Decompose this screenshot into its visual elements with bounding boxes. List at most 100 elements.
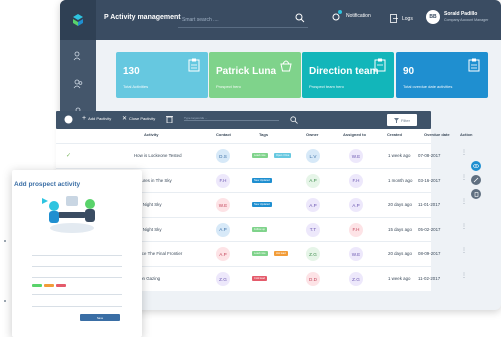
cell-contact-avatar[interactable]: A.P <box>216 247 230 262</box>
cell-contact-avatar[interactable]: Z.G <box>216 272 230 286</box>
sidebar-item-add-user[interactable] <box>70 48 86 64</box>
users-icon <box>73 79 83 89</box>
header-assigned[interactable]: Assigned to <box>343 132 366 137</box>
stat-card-total-activities[interactable]: 130 Total Activities <box>116 52 208 98</box>
more-vert-icon[interactable]: ⋮ <box>461 199 467 205</box>
cell-assigned-avatar[interactable]: W.E <box>349 247 363 262</box>
tag-badge: Hot lead <box>274 251 288 257</box>
circle-toggle-icon <box>64 115 73 124</box>
notification-label: Notification <box>346 13 371 19</box>
form-field[interactable] <box>32 294 122 295</box>
stat-label: Prospect hero <box>216 84 241 89</box>
more-vert-icon[interactable]: ⋮ <box>461 150 467 156</box>
header-contact[interactable]: Contact <box>216 132 231 137</box>
logout-label: Logs <box>402 15 413 22</box>
stat-card-overdue[interactable]: 90 Total overdue date activities <box>396 52 488 98</box>
cell-overdue: 11-01-2017 <box>418 202 441 208</box>
delete-row-button[interactable] <box>471 189 481 199</box>
logout-button[interactable]: Logs <box>390 14 413 23</box>
form-field[interactable] <box>32 255 122 256</box>
sidebar-item-users[interactable] <box>70 76 86 92</box>
cell-assigned-avatar[interactable]: A.P <box>349 198 363 213</box>
cell-activity: How is Lockeone Tested <box>134 153 182 158</box>
cell-created: 20 days ago <box>388 202 412 208</box>
cell-owner-avatar[interactable]: A.P <box>306 173 320 188</box>
form-field[interactable] <box>32 306 122 307</box>
add-pactivity-label: Add Pactivity <box>88 116 112 121</box>
header-action[interactable]: Action <box>460 132 472 137</box>
filter-label: Filter <box>401 117 410 123</box>
more-vert-icon[interactable]: ⋮ <box>461 248 467 254</box>
cell-contact-avatar[interactable]: W.E <box>216 198 230 213</box>
search-icon[interactable] <box>290 116 298 124</box>
cell-assigned-avatar[interactable]: F.H <box>349 173 363 188</box>
edit-button[interactable] <box>471 175 481 185</box>
user-profile[interactable]: BB Sorald Padillo Company Account Manage… <box>426 10 488 24</box>
cell-contact-avatar[interactable]: A.P <box>216 222 230 237</box>
tag-badge: New Updated <box>252 202 272 208</box>
tag-chip[interactable] <box>56 284 66 287</box>
close-pactivity-label: Close Pactivity <box>129 116 156 121</box>
more-vert-icon[interactable]: ⋮ <box>461 224 467 230</box>
form-field[interactable] <box>32 266 122 267</box>
cell-assigned-avatar[interactable]: Z.G <box>349 272 363 286</box>
clipboard-icon <box>468 58 480 72</box>
keyword-input[interactable]: Type keywords ... <box>184 116 279 121</box>
avatar: BB <box>426 10 440 24</box>
table-row[interactable]: ✓ How is Lockeone Tested D.S L.V W.E Lead not… <box>56 143 467 167</box>
logout-icon <box>390 14 398 23</box>
stat-label: Prospect team hero <box>309 84 344 89</box>
cell-owner-avatar[interactable]: Z.G <box>306 247 320 262</box>
cell-owner-avatar[interactable]: L.V <box>306 149 320 163</box>
save-button[interactable]: Save <box>80 314 120 321</box>
stat-card-prospect-hero[interactable]: Patrick Luna Prospect hero <box>209 52 301 98</box>
search-icon[interactable] <box>295 13 305 23</box>
decorative-dot <box>4 300 6 302</box>
cell-created: 1 week ago <box>388 153 411 158</box>
form-field[interactable] <box>32 277 122 278</box>
cell-created: 15 days ago <box>388 226 412 232</box>
user-plus-icon <box>73 51 81 61</box>
cell-assigned-avatar[interactable]: F.H <box>349 222 363 237</box>
header-activity[interactable]: Activity <box>144 132 158 137</box>
cell-owner-avatar[interactable]: T.T <box>306 222 320 237</box>
check-icon[interactable]: ✓ <box>66 152 71 159</box>
cell-owner-avatar[interactable]: A.P <box>306 198 320 213</box>
cell-contact-avatar[interactable]: D.S <box>216 149 230 163</box>
tag-badge: New Updated <box>252 177 272 183</box>
cell-created: 20 days ago <box>388 251 412 257</box>
header-created[interactable]: Created <box>387 132 402 137</box>
header-tags[interactable]: Tags <box>259 132 268 137</box>
header-owner[interactable]: Owner <box>306 132 318 137</box>
tag-chip[interactable] <box>32 284 42 287</box>
cell-assigned-avatar[interactable]: W.E <box>349 149 363 163</box>
logo[interactable] <box>60 0 96 40</box>
user-info: Sorald Padillo Company Account Manager <box>444 11 488 23</box>
view-button[interactable] <box>471 161 481 171</box>
cell-created: 1 month ago <box>388 177 413 183</box>
cell-contact-avatar[interactable]: F.H <box>216 173 230 188</box>
tag-badge: Lead note <box>252 251 268 257</box>
stat-card-prospect-team[interactable]: Direction team Prospect team hero <box>302 52 394 98</box>
close-pactivity-button[interactable]: ✕ Close Pactivity <box>122 115 156 122</box>
delete-button[interactable] <box>166 115 173 123</box>
notification-button[interactable]: Notification <box>332 10 371 22</box>
header-overdue[interactable]: Overdue date <box>424 132 450 137</box>
stat-value: 90 <box>403 66 415 77</box>
logo-icon <box>73 14 83 26</box>
stat-value: Direction team <box>309 66 379 77</box>
tag-badge: Lead note <box>252 153 268 158</box>
close-icon: ✕ <box>122 115 128 122</box>
tag-badge: Cold lead <box>252 276 267 281</box>
tag-badge: Open / Due <box>274 153 292 158</box>
bell-icon <box>332 10 342 21</box>
more-vert-icon[interactable]: ⋮ <box>461 273 467 279</box>
filter-button[interactable]: Filter <box>387 114 417 126</box>
more-vert-icon[interactable]: ⋮ <box>461 175 467 181</box>
cell-overdue: 03-16-2017 <box>418 177 441 183</box>
tag-chip[interactable] <box>44 284 54 287</box>
select-all-toggle[interactable] <box>64 115 73 124</box>
add-pactivity-button[interactable]: + Add Pactivity <box>82 115 112 122</box>
stat-value: Patrick Luna <box>216 66 277 77</box>
cell-owner-avatar[interactable]: D.D <box>306 272 320 286</box>
